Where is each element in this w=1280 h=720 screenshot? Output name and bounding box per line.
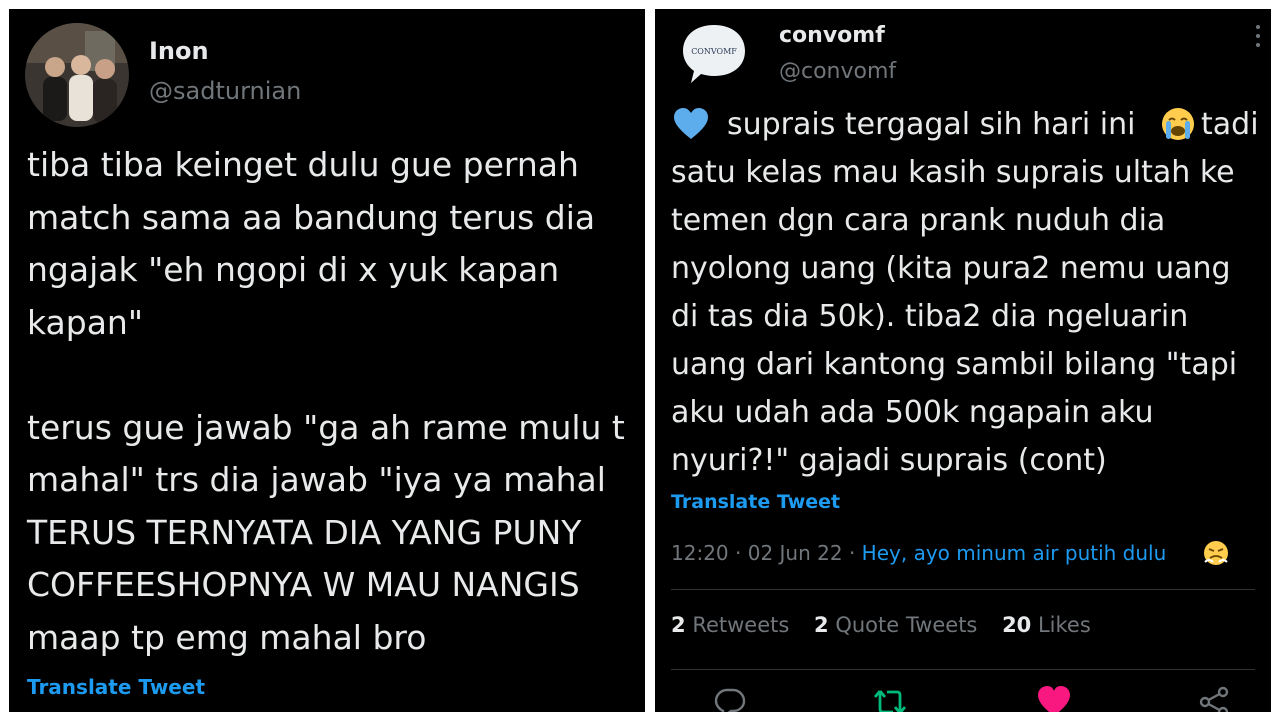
like-icon[interactable]: [1037, 685, 1071, 712]
likes-label: Likes: [1037, 613, 1091, 637]
display-name[interactable]: convomf: [779, 23, 885, 48]
likes-count: 20: [1002, 613, 1032, 637]
quotes-label: Quote Tweets: [835, 613, 978, 637]
avatar[interactable]: CONVOMF: [681, 21, 747, 85]
user-handle[interactable]: @convomf: [779, 59, 896, 84]
retweets-label: Retweets: [692, 613, 790, 637]
tweet-time[interactable]: 12:20: [671, 541, 729, 565]
divider: [671, 589, 1255, 590]
blue-heart-icon: [674, 108, 708, 139]
quotes-count: 2: [814, 613, 829, 637]
user-handle[interactable]: @sadturnian: [149, 77, 301, 105]
translate-tweet-link[interactable]: Translate Tweet: [27, 675, 205, 699]
display-name[interactable]: Inon: [149, 37, 209, 65]
divider: [671, 669, 1255, 670]
left-tweet-card: Inon @sadturnian tiba tiba keinget dulu …: [9, 9, 645, 712]
more-options-icon[interactable]: [1253, 25, 1263, 51]
tweet-text-first-line-tail: tadi: [1201, 107, 1259, 142]
meta-separator: ·: [848, 541, 862, 565]
tweet-text-first-line: suprais tergagal sih hari ini: [727, 107, 1136, 142]
right-tweet-card: CONVOMF convomf @convomf suprais tergaga…: [655, 9, 1271, 712]
share-icon[interactable]: [1197, 685, 1231, 712]
reply-icon[interactable]: [713, 685, 747, 712]
tweet-text: satu kelas mau kasih suprais ultah ke te…: [671, 155, 1238, 478]
tweet-meta: 12:20 · 02 Jun 22 · Hey, ayo minum air p…: [671, 541, 1166, 565]
avatar[interactable]: [25, 23, 129, 127]
retweets-stat[interactable]: 2 Retweets: [671, 613, 789, 637]
tweet-source-link[interactable]: Hey, ayo minum air putih dulu: [862, 541, 1167, 565]
retweets-count: 2: [671, 613, 686, 637]
quote-tweets-stat[interactable]: 2 Quote Tweets: [814, 613, 977, 637]
retweet-icon[interactable]: [873, 685, 907, 712]
tweet-text: tiba tiba keinget dulu gue pernah match …: [27, 145, 625, 657]
translate-tweet-link[interactable]: Translate Tweet: [671, 491, 840, 513]
avatar-text: CONVOMF: [691, 47, 737, 56]
crying-face-icon: [1162, 108, 1194, 140]
likes-stat[interactable]: 20 Likes: [1002, 613, 1091, 637]
steaming-face-icon: [1204, 541, 1228, 565]
meta-separator: ·: [735, 541, 748, 565]
tweet-stats: 2 Retweets 2 Quote Tweets 20 Likes: [671, 613, 1109, 637]
tweet-date[interactable]: 02 Jun 22: [748, 541, 843, 565]
